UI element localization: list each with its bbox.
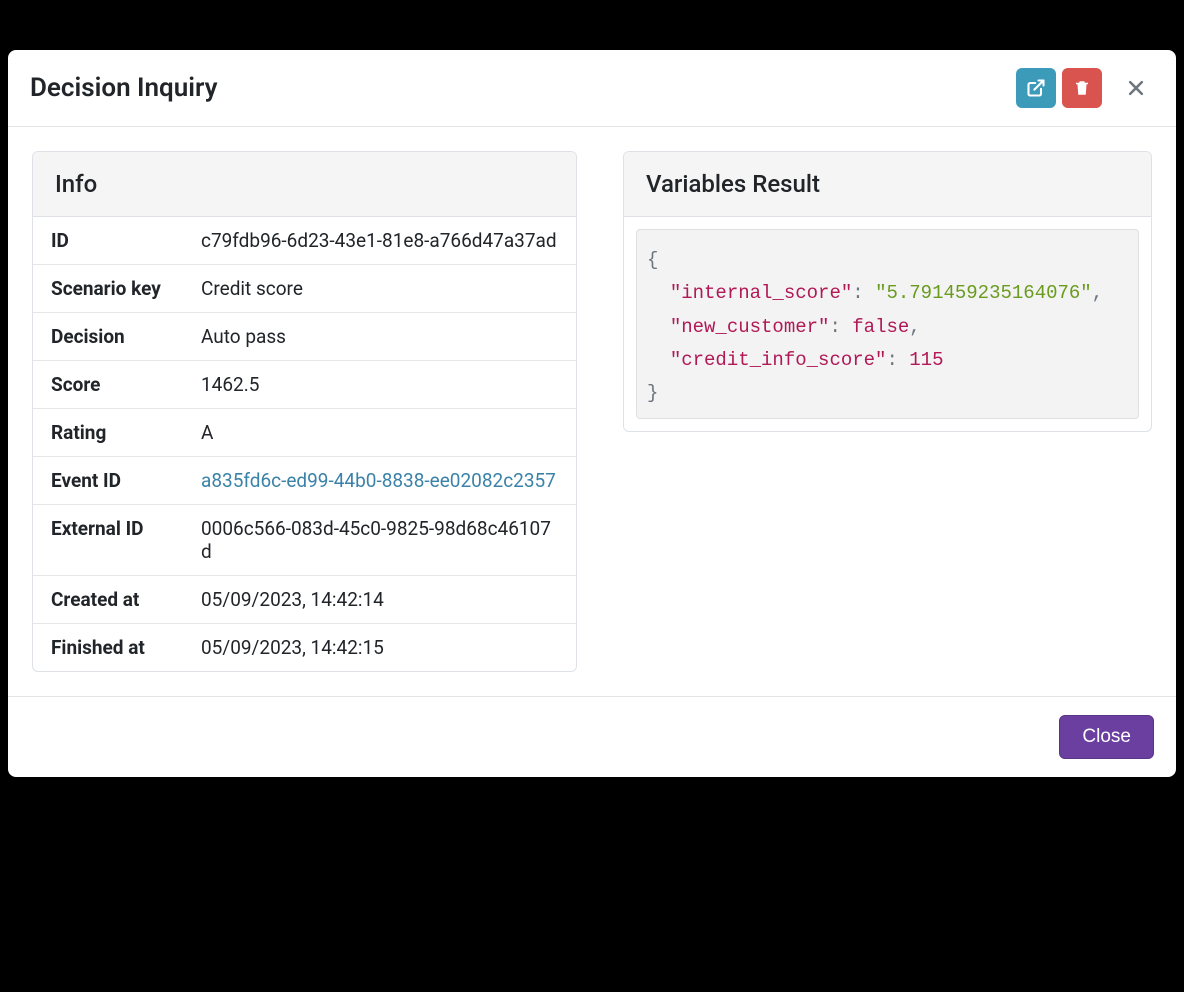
info-table: ID c79fdb96-6d23-43e1-81e8-a766d47a37ad … xyxy=(33,217,576,671)
json-value-new-customer: false xyxy=(852,316,909,338)
table-row: Score 1462.5 xyxy=(33,361,576,409)
json-key-internal-score: "internal_score" xyxy=(670,282,852,304)
rating-label: Rating xyxy=(33,409,183,457)
close-icon xyxy=(1126,78,1146,98)
created-at-label: Created at xyxy=(33,576,183,624)
json-key-credit-info-score: "credit_info_score" xyxy=(670,349,887,371)
json-result-block[interactable]: { "internal_score": "5.791459235164076",… xyxy=(636,229,1139,419)
decision-label: Decision xyxy=(33,313,183,361)
id-value: c79fdb96-6d23-43e1-81e8-a766d47a37ad xyxy=(183,217,576,265)
table-row: Finished at 05/09/2023, 14:42:15 xyxy=(33,624,576,672)
table-row: Rating A xyxy=(33,409,576,457)
finished-at-label: Finished at xyxy=(33,624,183,672)
info-panel: Info ID c79fdb96-6d23-43e1-81e8-a766d47a… xyxy=(32,151,577,672)
table-row: ID c79fdb96-6d23-43e1-81e8-a766d47a37ad xyxy=(33,217,576,265)
json-brace-open: { xyxy=(647,249,658,271)
table-row: Event ID a835fd6c-ed99-44b0-8838-ee02082… xyxy=(33,457,576,505)
table-row: Created at 05/09/2023, 14:42:14 xyxy=(33,576,576,624)
score-value: 1462.5 xyxy=(183,361,576,409)
table-row: Decision Auto pass xyxy=(33,313,576,361)
json-brace-close: } xyxy=(647,382,658,404)
close-button[interactable]: Close xyxy=(1059,715,1154,759)
external-id-label: External ID xyxy=(33,505,183,576)
json-value-internal-score: "5.791459235164076" xyxy=(875,282,1092,304)
open-external-button[interactable] xyxy=(1016,68,1056,108)
header-actions xyxy=(1016,68,1154,108)
modal-body: Info ID c79fdb96-6d23-43e1-81e8-a766d47a… xyxy=(8,127,1176,696)
decision-value: Auto pass xyxy=(183,313,576,361)
variables-panel-title: Variables Result xyxy=(646,170,1129,198)
modal-footer: Close xyxy=(8,696,1176,777)
delete-button[interactable] xyxy=(1062,68,1102,108)
variables-panel: Variables Result { "internal_score": "5.… xyxy=(623,151,1152,432)
score-label: Score xyxy=(33,361,183,409)
id-label: ID xyxy=(33,217,183,265)
decision-inquiry-modal: Decision Inquiry xyxy=(8,50,1176,777)
json-value-credit-info-score: 115 xyxy=(909,349,943,371)
table-row: External ID 0006c566-083d-45c0-9825-98d6… xyxy=(33,505,576,576)
event-id-label: Event ID xyxy=(33,457,183,505)
event-id-link[interactable]: a835fd6c-ed99-44b0-8838-ee02082c2357 xyxy=(201,469,556,492)
external-link-icon xyxy=(1026,78,1046,98)
json-key-new-customer: "new_customer" xyxy=(670,316,830,338)
finished-at-value: 05/09/2023, 14:42:15 xyxy=(183,624,576,672)
modal-title: Decision Inquiry xyxy=(30,73,218,103)
close-x-button[interactable] xyxy=(1118,70,1154,106)
event-id-cell: a835fd6c-ed99-44b0-8838-ee02082c2357 xyxy=(183,457,576,505)
modal-header: Decision Inquiry xyxy=(8,50,1176,127)
scenario-key-value: Credit score xyxy=(183,265,576,313)
scenario-key-label: Scenario key xyxy=(33,265,183,313)
rating-value: A xyxy=(183,409,576,457)
created-at-value: 05/09/2023, 14:42:14 xyxy=(183,576,576,624)
table-row: Scenario key Credit score xyxy=(33,265,576,313)
info-panel-title: Info xyxy=(55,170,554,198)
trash-icon xyxy=(1073,78,1091,98)
external-id-value: 0006c566-083d-45c0-9825-98d68c46107d xyxy=(183,505,576,576)
variables-panel-header: Variables Result xyxy=(624,152,1151,217)
info-panel-header: Info xyxy=(33,152,576,217)
